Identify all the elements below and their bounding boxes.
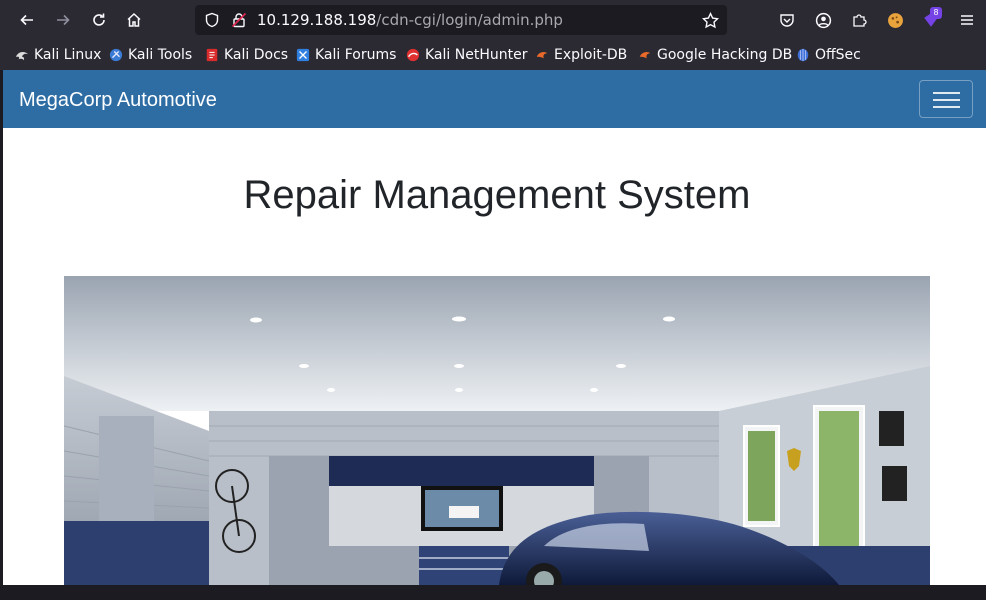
bookmark-label: Exploit-DB [554,47,628,63]
account-button[interactable] [811,8,835,32]
extension-cookie-button[interactable] [883,8,907,32]
reload-icon [93,13,105,26]
menu-button[interactable] [955,8,979,32]
bookmark-offsec[interactable]: OffSec [796,46,861,64]
kali-docs-icon [206,48,218,62]
forward-button[interactable] [51,8,75,32]
insecure-lock-icon[interactable] [231,12,247,28]
navbar-brand[interactable]: MegaCorp Automotive [19,89,217,112]
navbar-toggle-button[interactable] [919,80,973,118]
cookie-extension-icon [887,12,903,28]
toggler-bar [933,92,960,94]
bookmark-exploit-db[interactable]: Exploit-DB [535,46,627,64]
kali-dragon-icon [15,52,29,61]
kali-forums-icon [296,48,310,62]
bookmark-google-hacking-db[interactable]: Google Hacking DB [638,46,792,64]
offsec-icon [797,48,809,62]
bookmark-label: Kali NetHunter [425,47,528,63]
arrow-left-icon [20,14,33,26]
home-icon [127,12,141,27]
exploit-db-icon [536,52,548,59]
arrow-right-icon [57,14,70,26]
bookmark-kali-tools[interactable]: Kali Tools [109,46,192,64]
toggler-bar [933,106,960,108]
reload-button[interactable] [87,8,111,32]
bookmark-label: Google Hacking DB [657,47,793,63]
bookmark-kali-forums[interactable]: Kali Forums [296,46,396,64]
bookmark-label: Kali Tools [128,47,193,63]
toggler-bar [933,99,960,101]
bookmark-kali-nethunter[interactable]: Kali NetHunter [406,46,527,64]
url-text[interactable]: 10.129.188.198/cdn-cgi/login/admin.php [257,11,563,29]
puzzle-icon [853,14,867,27]
hamburger-menu-icon [961,15,973,25]
bookmark-kali-linux[interactable]: Kali Linux [15,46,101,64]
hero-garage-image [64,276,930,585]
url-bar[interactable]: 10.129.188.198/cdn-cgi/login/admin.php [195,5,727,35]
pocket-button[interactable] [775,8,799,32]
browser-toolbar: 10.129.188.198/cdn-cgi/login/admin.php 8 [0,0,986,40]
home-button[interactable] [122,8,146,32]
back-button[interactable] [15,8,39,32]
site-navbar: MegaCorp Automotive [3,70,986,128]
bookmark-kali-docs[interactable]: Kali Docs [205,46,288,64]
ghdb-icon [639,52,651,59]
desktop-bottom-strip [0,585,986,600]
url-host: 10.129.188.198 [257,11,377,29]
kali-nethunter-icon [406,48,420,62]
bookmarks-bar: Kali Linux Kali Tools Kali Docs Kali For… [0,40,986,70]
bookmark-label: Kali Docs [224,47,289,63]
bookmark-label: Kali Linux [34,47,102,63]
web-page: MegaCorp Automotive Repair Management Sy… [3,70,986,585]
shield-icon [205,12,219,28]
bookmark-label: OffSec [815,47,861,63]
bookmark-star-icon[interactable] [702,12,719,29]
extensions-button[interactable] [847,8,871,32]
page-title: Repair Management System [243,173,751,217]
account-icon [815,12,831,28]
bookmark-label: Kali Forums [315,47,397,63]
kali-tools-icon [109,48,123,62]
url-path: /cdn-cgi/login/admin.php [376,11,563,29]
pocket-icon [780,14,794,27]
extension-badge: 8 [930,7,942,19]
